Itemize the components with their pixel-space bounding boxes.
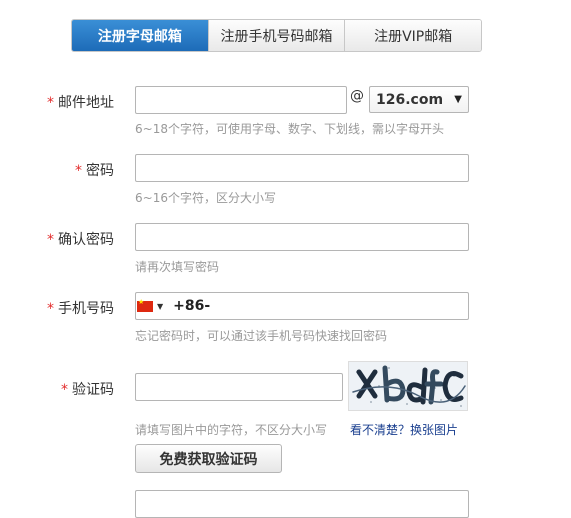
tab-phone-email[interactable]: 注册手机号码邮箱 [207, 20, 345, 51]
captcha-label-text: 验证码 [72, 382, 114, 398]
phone-label-text: 手机号码 [58, 301, 114, 317]
captcha-label: * 验证码 [61, 379, 114, 399]
email-domain-value: 126.com [376, 91, 444, 108]
next-field-input[interactable] [135, 490, 469, 518]
tab-letter-email[interactable]: 注册字母邮箱 [72, 20, 208, 51]
required-mark: * [61, 382, 68, 398]
get-sms-code-button[interactable]: 免费获取验证码 [135, 444, 282, 473]
confirm-password-input[interactable] [135, 223, 469, 251]
required-mark: * [47, 95, 54, 111]
refresh-captcha-link[interactable]: 看不清楚？换张图片 [350, 421, 458, 438]
required-mark: * [47, 301, 54, 317]
country-code: +86- [173, 298, 211, 314]
email-hint: 6~18个字符，可使用字母、数字、下划线，需以字母开头 [135, 122, 444, 136]
captcha-input[interactable] [135, 373, 343, 401]
tab-vip-email[interactable]: 注册VIP邮箱 [344, 20, 481, 51]
required-mark: * [75, 163, 82, 179]
phone-label: * 手机号码 [47, 298, 114, 318]
password-input[interactable] [135, 154, 469, 182]
confirm-password-label: * 确认密码 [47, 229, 114, 249]
at-sign: @ [350, 88, 364, 104]
email-username-input[interactable] [135, 86, 347, 114]
confirm-password-label-text: 确认密码 [58, 232, 114, 248]
chevron-down-icon: ▼ [454, 94, 462, 105]
confirm-password-hint: 请再次填写密码 [135, 260, 220, 274]
china-flag-icon [137, 298, 153, 312]
email-label-text: 邮件地址 [58, 95, 114, 111]
email-domain-select[interactable]: 126.com ▼ [369, 86, 469, 113]
password-hint: 6~16个字符，区分大小写 [135, 191, 276, 205]
required-mark: * [47, 232, 54, 248]
chevron-down-icon: ▼ [157, 301, 164, 311]
phone-country-prefix[interactable]: ▼ +86- [137, 294, 210, 318]
captcha-graphic [352, 365, 466, 407]
registration-tabs: 注册字母邮箱 注册手机号码邮箱 注册VIP邮箱 [71, 19, 482, 52]
captcha-hint: 请填写图片中的字符，不区分大小写 [135, 423, 328, 437]
email-label: * 邮件地址 [47, 92, 114, 112]
password-label-text: 密码 [86, 163, 114, 179]
phone-hint: 忘记密码时，可以通过该手机号码快速找回密码 [135, 329, 388, 343]
password-label: * 密码 [75, 160, 114, 180]
captcha-image[interactable] [348, 361, 468, 411]
